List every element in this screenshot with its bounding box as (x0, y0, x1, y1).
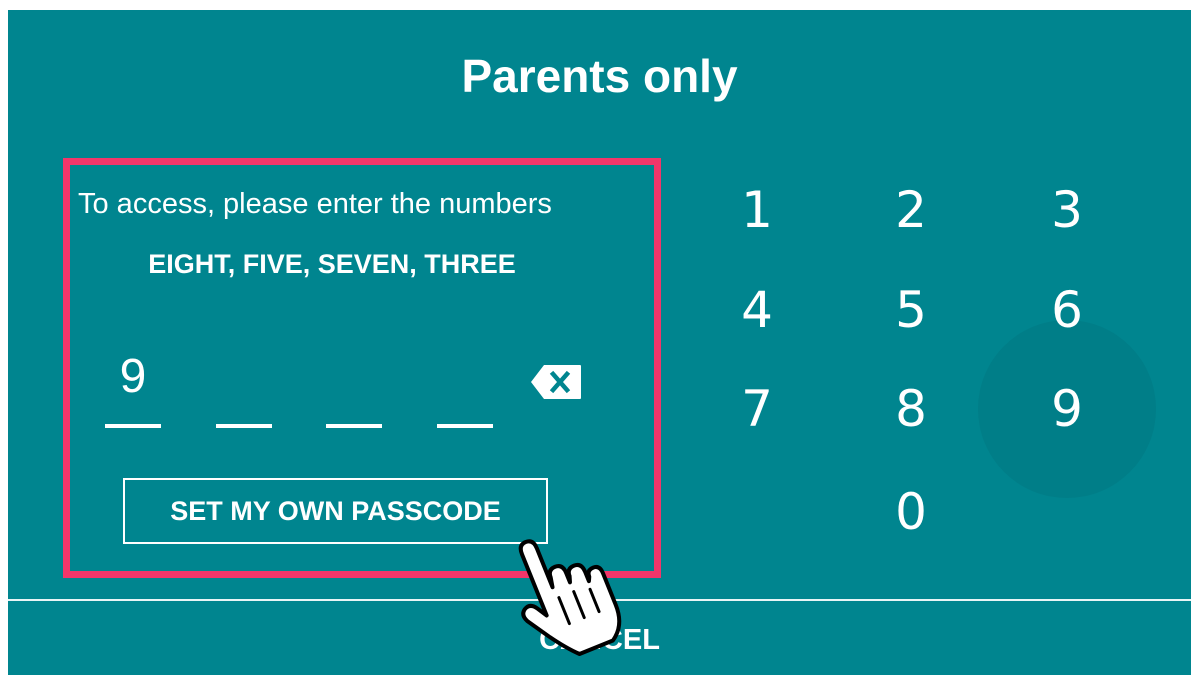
instruction-text: To access, please enter the numbers (78, 188, 552, 220)
key-2[interactable]: 2 (866, 170, 956, 250)
digit-slot-1: 9 (105, 345, 161, 433)
digit-slot-2 (216, 345, 272, 433)
dialog-title: Parents only (461, 50, 738, 102)
key-0[interactable]: 0 (866, 472, 956, 552)
set-own-passcode-button[interactable]: SET MY OWN PASSCODE (123, 478, 548, 544)
entered-digit-1: 9 (119, 350, 147, 403)
digit-slot-4 (437, 345, 493, 433)
digit-underline-3 (326, 424, 382, 428)
key-5[interactable]: 5 (866, 270, 956, 350)
digit-underline-2 (216, 424, 272, 428)
code-words: EIGHT, FIVE, SEVEN, THREE (148, 249, 516, 279)
backspace-icon[interactable] (530, 364, 582, 400)
key-8[interactable]: 8 (866, 369, 956, 449)
key-7[interactable]: 7 (712, 369, 802, 449)
key-4[interactable]: 4 (712, 270, 802, 350)
key-6[interactable]: 6 (1022, 270, 1112, 350)
digit-underline-1 (105, 424, 161, 428)
key-3[interactable]: 3 (1022, 170, 1112, 250)
digit-slot-3 (326, 345, 382, 433)
hand-pointer-icon (500, 525, 630, 665)
digit-underline-4 (437, 424, 493, 428)
parents-only-dialog: Parents only To access, please enter the… (8, 10, 1191, 675)
key-1[interactable]: 1 (712, 170, 802, 250)
key-9[interactable]: 9 (1022, 369, 1112, 449)
